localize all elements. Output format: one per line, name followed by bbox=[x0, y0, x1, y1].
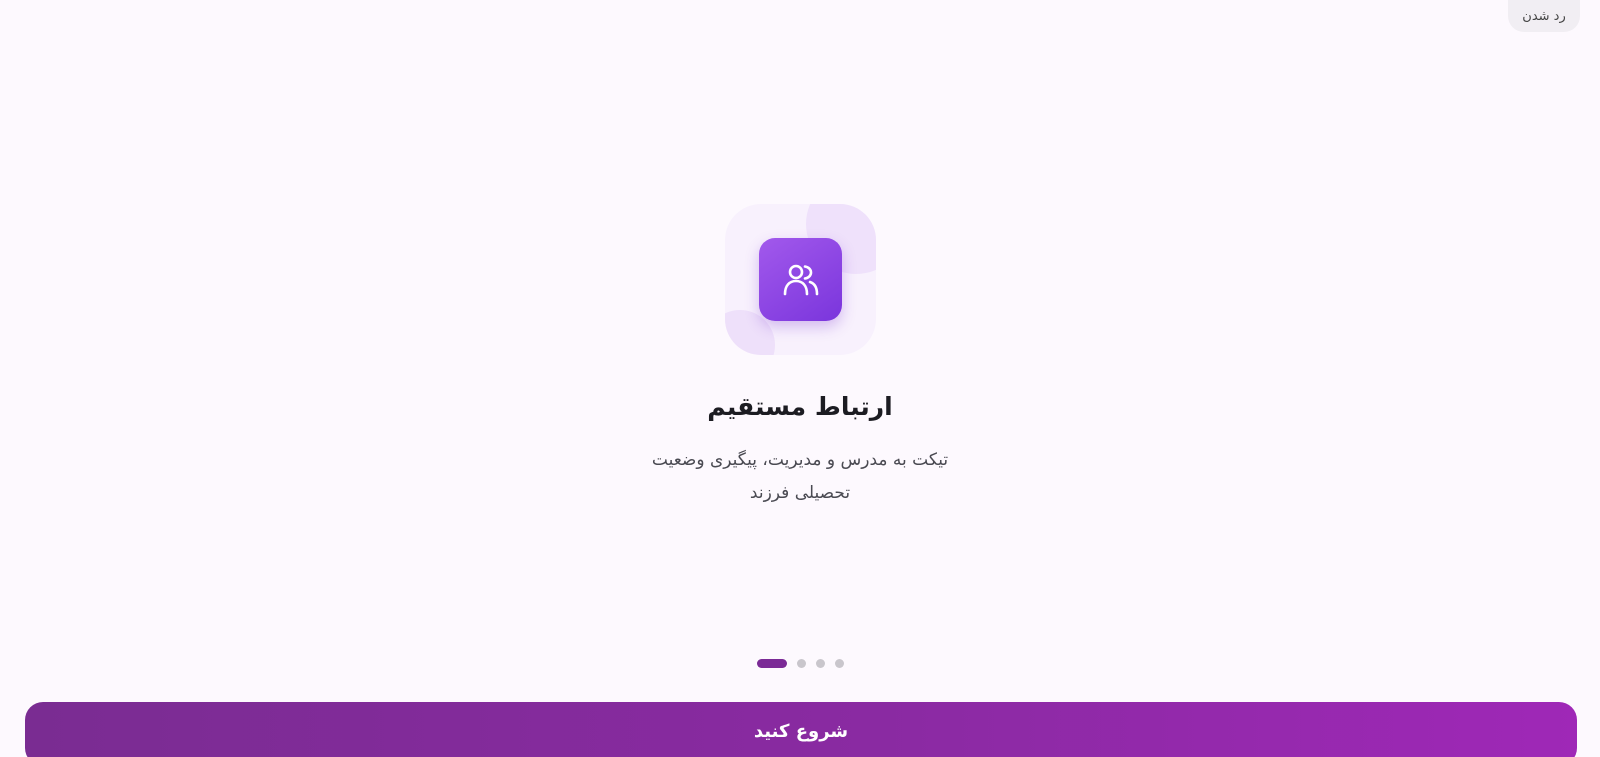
pagination-dot[interactable] bbox=[815, 659, 825, 668]
get-started-button[interactable]: شروع کنید bbox=[25, 702, 1577, 757]
icon-tile bbox=[759, 238, 842, 321]
pagination-dot[interactable] bbox=[796, 659, 806, 668]
pagination-dots bbox=[0, 659, 1600, 668]
description-line-2: تحصیلی فرزند bbox=[749, 483, 851, 503]
slide-description: تیکت به مدرس و مدیریت، پیگیری وضعیت تحصی… bbox=[600, 444, 1000, 510]
description-line-1: تیکت به مدرس و مدیریت، پیگیری وضعیت bbox=[651, 450, 949, 470]
users-icon bbox=[783, 264, 818, 295]
pagination-dot-active[interactable] bbox=[756, 659, 787, 668]
onboarding-screen: رد شدن ارتباط مستقیم تیکت به مدرس و مدیر… bbox=[0, 0, 1600, 757]
skip-button[interactable]: رد شدن bbox=[1508, 0, 1580, 32]
slide-title: ارتباط مستقیم bbox=[707, 392, 893, 421]
pagination-dot[interactable] bbox=[834, 659, 844, 668]
hero-illustration bbox=[725, 204, 876, 355]
